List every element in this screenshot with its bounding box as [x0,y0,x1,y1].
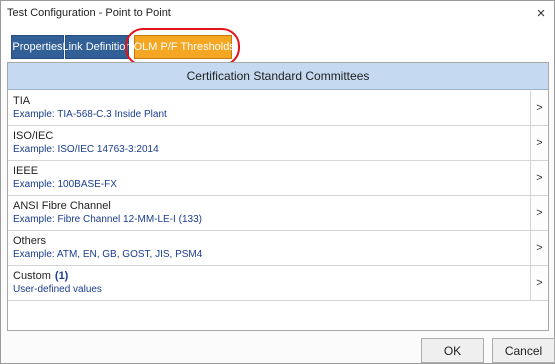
committee-example: Example: 100BASE-FX [13,179,117,190]
committee-name: Custom (1) [13,270,68,282]
cancel-button[interactable]: Cancel [492,338,555,363]
committees-panel: Certification Standard Committees TIA Ex… [7,62,549,331]
committee-name: ISO/IEC [13,130,54,142]
chevron-right-icon[interactable]: > [530,91,548,125]
committee-list: TIA Example: TIA-568-C.3 Inside Plant > … [8,91,548,301]
tab-link-definition[interactable]: Link Definition [62,35,132,59]
committee-example: Example: TIA-568-C.3 Inside Plant [13,109,167,120]
committee-row-iso-iec[interactable]: ISO/IEC Example: ISO/IEC 14763-3:2014 > [8,126,548,161]
committee-example: Example: ISO/IEC 14763-3:2014 [13,144,159,155]
tab-iolm-pf-thresholds[interactable]: iOLM P/F Thresholds [131,35,235,59]
committee-name: TIA [13,95,31,107]
committee-row-custom[interactable]: Custom (1) User-defined values > [8,266,548,301]
tab-properties[interactable]: Properties [11,35,64,59]
ok-button[interactable]: OK [421,338,484,363]
committee-row-ansi-fibre-channel[interactable]: ANSI Fibre Channel Example: Fibre Channe… [8,196,548,231]
chevron-right-icon[interactable]: > [530,231,548,265]
chevron-right-icon[interactable]: > [530,196,548,230]
committee-example: Example: ATM, EN, GB, GOST, JIS, PSM4 [13,249,203,260]
close-icon[interactable]: × [528,1,554,25]
committee-row-tia[interactable]: TIA Example: TIA-568-C.3 Inside Plant > [8,91,548,126]
committee-example: Example: Fibre Channel 12-MM-LE-I (133) [13,214,202,225]
custom-count-badge: (1) [54,270,69,282]
dialog-footer: OK Cancel [1,331,555,363]
committee-name-text: Custom [13,270,51,282]
committee-example: User-defined values [13,284,102,295]
tab-strip: Properties Link Definition iOLM P/F Thre… [1,25,554,66]
chevron-right-icon[interactable]: > [530,126,548,160]
window-title: Test Configuration - Point to Point [7,7,171,19]
committee-name: Others [13,235,47,247]
panel-header: Certification Standard Committees [8,63,548,90]
dialog-window: Test Configuration - Point to Point × Pr… [0,0,555,364]
committee-row-ieee[interactable]: IEEE Example: 100BASE-FX > [8,161,548,196]
committee-row-others[interactable]: Others Example: ATM, EN, GB, GOST, JIS, … [8,231,548,266]
committee-name: ANSI Fibre Channel [13,200,111,212]
committee-name: IEEE [13,165,39,177]
title-bar: Test Configuration - Point to Point × [1,1,554,25]
chevron-right-icon[interactable]: > [530,161,548,195]
chevron-right-icon[interactable]: > [530,266,548,300]
